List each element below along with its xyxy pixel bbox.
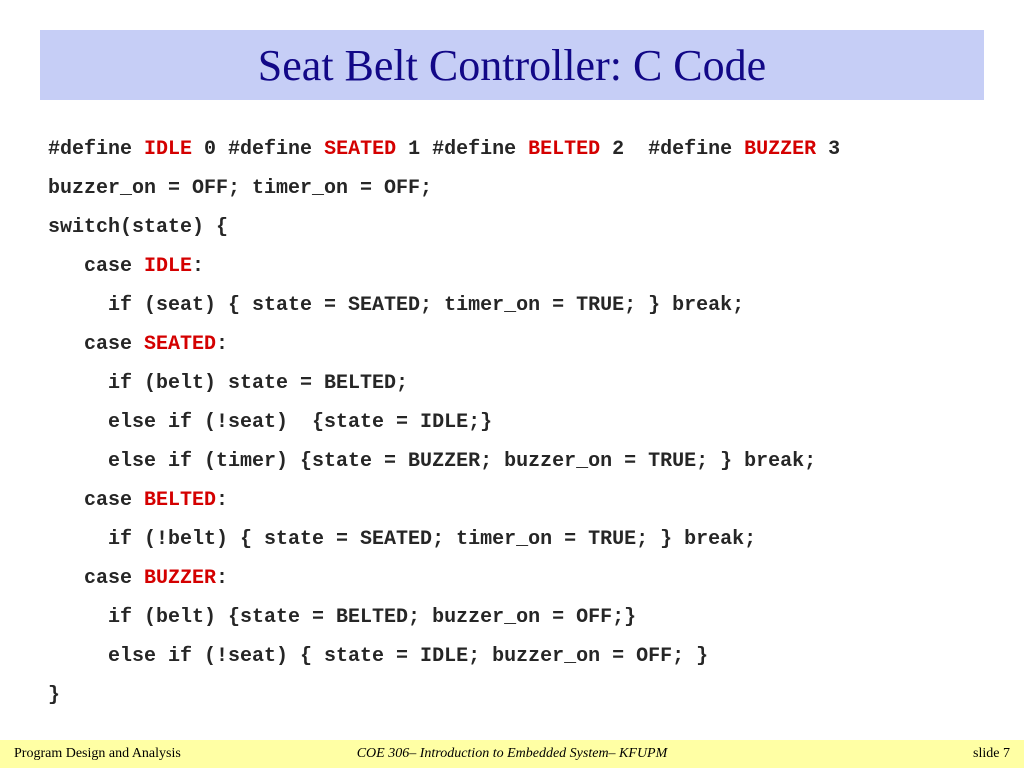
code-line-4: case IDLE: (48, 255, 204, 278)
code-line-13: if (belt) {state = BELTED; buzzer_on = O… (48, 606, 636, 629)
code-line-3: switch(state) { (48, 216, 228, 239)
code-line-9: else if (timer) {state = BUZZER; buzzer_… (48, 450, 816, 473)
keyword-idle: IDLE (144, 138, 192, 161)
code-line-5: if (seat) { state = SEATED; timer_on = T… (48, 294, 744, 317)
code-line-14: else if (!seat) { state = IDLE; buzzer_o… (48, 645, 708, 668)
title-bar: Seat Belt Controller: C Code (40, 30, 984, 100)
code-line-8: else if (!seat) {state = IDLE;} (48, 411, 492, 434)
slide-title: Seat Belt Controller: C Code (258, 40, 766, 91)
slide: Seat Belt Controller: C Code #define IDL… (0, 0, 1024, 768)
code-line-6: case SEATED: (48, 333, 228, 356)
keyword-seated: SEATED (144, 333, 216, 356)
code-line-10: case BELTED: (48, 489, 228, 512)
code-line-12: case BUZZER: (48, 567, 228, 590)
code-block: #define IDLE 0 #define SEATED 1 #define … (48, 130, 984, 715)
keyword-idle: IDLE (144, 255, 192, 278)
keyword-buzzer: BUZZER (144, 567, 216, 590)
keyword-seated: SEATED (324, 138, 396, 161)
footer-left: Program Design and Analysis (14, 746, 181, 762)
code-line-1: #define IDLE 0 #define SEATED 1 #define … (48, 138, 840, 161)
code-line-15: } (48, 684, 60, 707)
footer-right: slide 7 (973, 746, 1010, 762)
keyword-buzzer: BUZZER (744, 138, 816, 161)
keyword-belted: BELTED (144, 489, 216, 512)
code-line-2: buzzer_on = OFF; timer_on = OFF; (48, 177, 432, 200)
code-line-7: if (belt) state = BELTED; (48, 372, 408, 395)
footer: Program Design and Analysis COE 306– Int… (0, 740, 1024, 768)
keyword-belted: BELTED (528, 138, 600, 161)
code-line-11: if (!belt) { state = SEATED; timer_on = … (48, 528, 756, 551)
